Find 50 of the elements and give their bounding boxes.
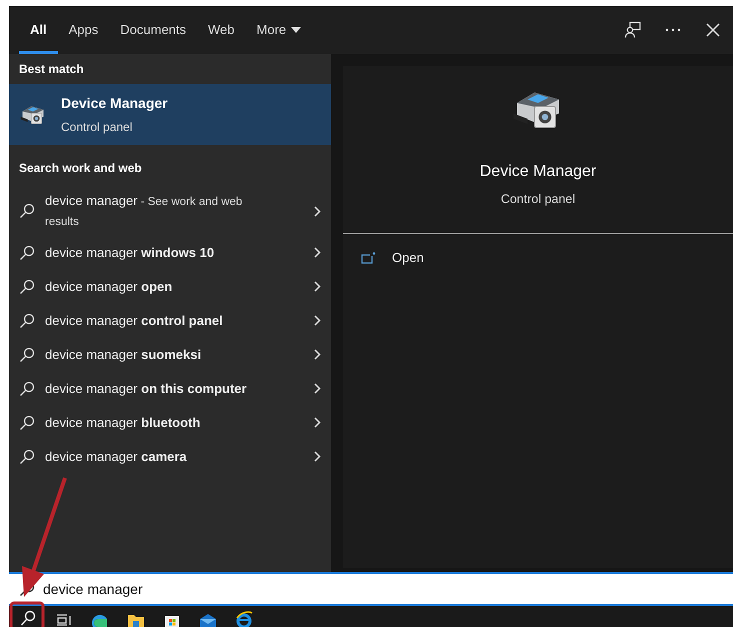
chevron-right-icon [314, 206, 321, 217]
tab[interactable]: More [246, 9, 312, 54]
result-item[interactable]: Device Manager Control panel [9, 84, 331, 145]
chevron-right-icon [314, 281, 321, 292]
search-suggestion[interactable]: device manager open [9, 270, 331, 304]
section-heading: Best match [18, 61, 85, 78]
shopping-bag-icon [164, 613, 180, 627]
person-feedback-icon [624, 21, 642, 39]
chevron-right-icon [314, 451, 321, 462]
chevron-right-icon [314, 349, 321, 360]
search-icon [19, 346, 35, 362]
preview-subtitle: Control panel [500, 191, 576, 208]
search-icon [19, 448, 35, 464]
open-window-icon [361, 252, 376, 264]
search-icon [20, 610, 36, 627]
task-view-icon [55, 613, 73, 627]
result-title: Device Manager [61, 94, 168, 113]
search-suggestion[interactable]: device manager windows 10 [9, 236, 331, 270]
tab[interactable]: Apps [58, 9, 110, 54]
section-heading: Search work and web [18, 160, 143, 177]
browser-e-icon [235, 611, 253, 627]
search-suggestion[interactable]: device manager suomeksi [9, 338, 331, 372]
chevron-right-icon [314, 315, 321, 326]
search-field[interactable]: device manager [9, 572, 733, 606]
envelope-icon [199, 613, 217, 627]
search-suggestion[interactable]: device manager bluetooth [9, 406, 331, 440]
tab[interactable]: Web [197, 9, 246, 54]
chevron-right-icon [314, 247, 321, 258]
search-icon [19, 203, 35, 220]
search-icon [19, 312, 35, 328]
browser-icon [92, 613, 108, 627]
folder-icon [127, 613, 145, 627]
action-button[interactable]: Open [343, 234, 442, 268]
highlight-box [10, 602, 44, 627]
result-subtitle: Control panel [61, 119, 134, 136]
search-icon [19, 244, 35, 260]
search-icon [19, 414, 35, 430]
preview-title: Device Manager [480, 162, 596, 182]
chevron-right-icon [314, 417, 321, 428]
search-icon [19, 380, 35, 396]
search-icon [19, 278, 35, 294]
search-suggestion[interactable]: device manager camera [9, 440, 331, 474]
search-suggestion[interactable]: device manager control panel [9, 304, 331, 338]
search-suggestion[interactable]: device manager on this computer [9, 372, 331, 406]
search-input[interactable]: device manager [43, 578, 733, 600]
ellipsis-icon [665, 28, 681, 32]
tab[interactable]: Documents [109, 9, 198, 54]
close-icon [706, 23, 720, 37]
chevron-right-icon [314, 383, 321, 394]
search-suggestion[interactable]: device manager - See work and web results [9, 187, 331, 236]
